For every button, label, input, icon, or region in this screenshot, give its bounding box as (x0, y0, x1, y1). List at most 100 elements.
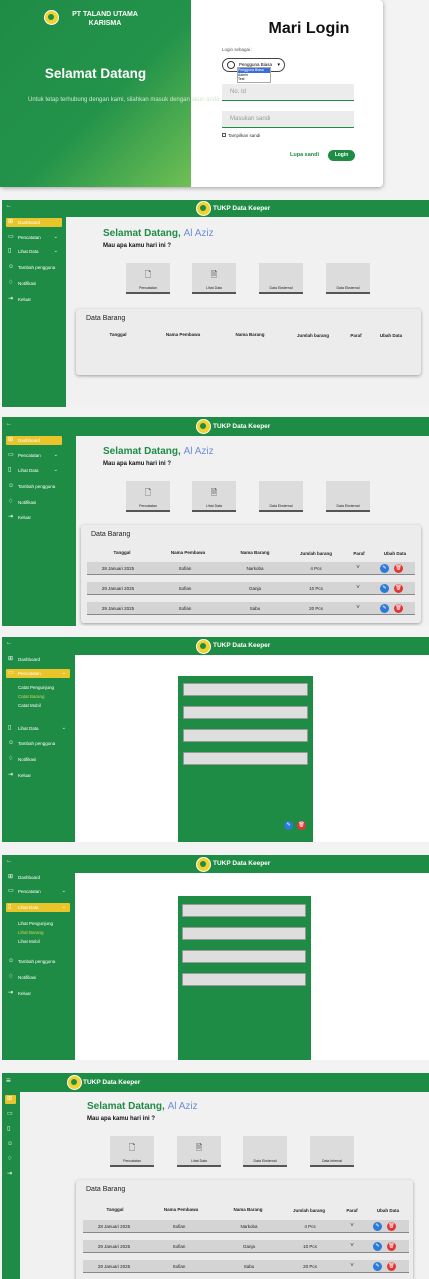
col-header: Tanggal (106, 1207, 124, 1212)
edit-icon[interactable]: ✎ (380, 604, 389, 613)
edit-icon[interactable]: ✎ (373, 1222, 382, 1231)
delete-icon[interactable]: 🗑 (297, 821, 306, 830)
sidebar-item-tambah[interactable]: ☺ Tambah pengguna (6, 957, 55, 966)
card-data-eksternal[interactable]: Data Eksternal (259, 481, 303, 512)
greeting: Selamat Datang, Al Aziz (103, 446, 214, 457)
card-lihat-data[interactable]: 🗎 Lihat Data (177, 1136, 221, 1167)
data-field (182, 904, 306, 917)
delete-icon[interactable]: 🗑 (387, 1262, 396, 1271)
login-card: PT TALAND UTAMA KARISMA Selamat Datang U… (0, 0, 383, 187)
login-as-label: Login sebagai : (222, 47, 253, 52)
role-option[interactable]: Test (238, 77, 270, 82)
submenu-catat-barang[interactable]: Catat Barang (18, 694, 45, 699)
col-header: Jumlah barang (296, 333, 329, 338)
edit-icon[interactable]: ✎ (284, 821, 293, 830)
sidebar-item-tambah[interactable]: ☺ Tambah pengguna (6, 263, 55, 272)
company-name: PT TALAND UTAMA KARISMA (72, 11, 138, 27)
sidebar-item-pencatatan[interactable]: ▭ Pencatatan ⌄ (6, 451, 62, 460)
sidebar-item-dashboard[interactable]: ⊞ Dashboard (6, 436, 62, 445)
submenu-lihat-barang[interactable]: Lihat Barang (18, 930, 44, 935)
edit-icon[interactable]: ✎ (380, 584, 389, 593)
hamburger-menu-icon[interactable]: ≡ (6, 1076, 11, 1085)
sidebar-item-notifikasi[interactable]: ♢ Notifikasi (6, 755, 36, 764)
sidebar-item-notifikasi[interactable]: ♢ Notifikasi (6, 279, 36, 288)
logout-icon: ⇥ (8, 772, 14, 778)
back-icon[interactable]: ← (6, 858, 12, 864)
card-pencatatan[interactable]: 🗋 Pencatatan (110, 1136, 154, 1167)
sidebar-item-dashboard[interactable]: ⊞ Dashboard (6, 873, 70, 882)
submenu-catat-mobil[interactable]: Catat Mobil (18, 703, 41, 708)
id-field[interactable]: No. Id (222, 84, 354, 101)
sidebar-item-lihat-data[interactable]: ▯ Lihat Data ⌄ (6, 903, 70, 912)
edit-icon[interactable]: ✎ (380, 564, 389, 573)
cell-qty: 4 Pcs (304, 1224, 316, 1229)
form-input[interactable] (183, 706, 308, 719)
sidebar-item-pencatatan[interactable]: ▭ Pencatatan ⌄ (6, 887, 70, 896)
sidebar: ⊞ Dashboard ▭ Pencatatan ⌄ ▯ Lihat Data ⌄ ☺ Ta… (2, 217, 66, 407)
delete-icon[interactable]: 🗑 (394, 604, 403, 613)
user-name: Al Aziz (183, 446, 214, 457)
card-lihat-data[interactable]: 🗎 Lihat Data (192, 263, 236, 294)
sidebar-item-keluar[interactable]: ⇥ Keluar (6, 295, 31, 304)
sidebar-item-pencatatan[interactable]: ▭ Pencatatan ⌄ (6, 669, 70, 678)
app-logo-icon (196, 201, 211, 216)
back-icon[interactable]: ← (6, 640, 12, 646)
card-data-eksternal-2[interactable]: Data Eksternal (326, 481, 370, 512)
delete-icon[interactable]: 🗑 (394, 584, 403, 593)
cell-paraf: V (350, 1222, 354, 1227)
table-row: 29 Januari 2025 Sofian Sabu 20 Pcs V ✎ 🗑 (87, 602, 415, 615)
sidebar-item-keluar[interactable]: ⇥ Keluar (6, 771, 31, 780)
form-input[interactable] (183, 683, 308, 696)
sidebar-item-pencatatan[interactable]: ▭ Pencatatan ⌄ (6, 233, 62, 242)
document-icon: 🗎 (195, 1143, 203, 1152)
sidebar-item-dashboard[interactable]: ⊞ Dashboard (6, 655, 70, 664)
sidebar-item-dashboard[interactable]: ⊞ Dashboard (6, 218, 62, 227)
card-lihat-data[interactable]: 🗎 Lihat Data (192, 481, 236, 512)
greeting: Selamat Datang, Al Aziz (87, 1101, 198, 1112)
edit-icon[interactable]: ✎ (373, 1242, 382, 1251)
cell-paraf: V (356, 564, 360, 569)
sidebar-item-dashboard[interactable]: ⊞ (5, 1095, 16, 1104)
submenu-lihat-pengunjung[interactable]: Lihat Pengunjung (18, 921, 53, 926)
card-pencatatan[interactable]: 🗋 Pencatatan (126, 481, 170, 512)
sidebar-item-lihat-data[interactable]: ▯ Lihat Data ⌄ (6, 466, 62, 475)
edit-icon[interactable]: ✎ (373, 1262, 382, 1271)
password-field[interactable]: Masukan sandi (222, 111, 354, 128)
sidebar-item-lihat-data[interactable]: ▯ Lihat Data ⌄ (6, 724, 70, 733)
submenu-catat-pengunjung[interactable]: Catat Pengunjung (18, 685, 54, 690)
delete-icon[interactable]: 🗑 (387, 1222, 396, 1231)
show-password-checkbox[interactable]: Tampilkan sandi (222, 133, 260, 138)
sidebar-item-tambah[interactable]: ☺ Tambah pengguna (6, 482, 55, 491)
forgot-password-link[interactable]: Lupa sandi (290, 152, 319, 158)
sidebar-item-notifikasi[interactable]: ♢ Notifikasi (6, 973, 36, 982)
card-data-eksternal-2[interactable]: Data Eksternal (326, 263, 370, 294)
card-pencatatan[interactable]: 🗋 Pencatatan (126, 263, 170, 294)
table-title: Data Barang (86, 315, 126, 322)
chevron-down-icon: ⌄ (53, 248, 58, 254)
delete-icon[interactable]: 🗑 (394, 564, 403, 573)
sidebar-item-lihat-data[interactable]: ▯ Lihat Data ⌄ (6, 247, 62, 256)
app-logo-icon (196, 857, 211, 872)
form-input[interactable] (183, 752, 308, 765)
sidebar-item-keluar[interactable]: ⇥ Keluar (6, 989, 31, 998)
form-input[interactable] (183, 729, 308, 742)
back-icon[interactable]: ← (6, 421, 12, 427)
card-label: Data Eksternal (336, 504, 360, 508)
sidebar-item-tambah[interactable]: ☺ Tambah pengguna (6, 739, 55, 748)
sidebar-item-notifikasi[interactable]: ♢ Notifikasi (6, 498, 36, 507)
back-icon[interactable]: ← (6, 203, 12, 209)
add-user-icon: ☺ (8, 740, 15, 746)
login-button[interactable]: Login (328, 150, 355, 161)
delete-icon[interactable]: 🗑 (387, 1242, 396, 1251)
submenu-lihat-mobil[interactable]: Lihat Mobil (18, 939, 40, 944)
login-welcome-panel: PT TALAND UTAMA KARISMA Selamat Datang U… (0, 0, 219, 187)
card-data-eksternal[interactable]: Data Eksternal (243, 1136, 287, 1167)
card-data-eksternal[interactable]: Data Eksternal (259, 263, 303, 294)
company-logo-icon (44, 10, 59, 25)
card-data-internal[interactable]: Data Internal (310, 1136, 354, 1167)
file-icon: ▭ (8, 888, 14, 894)
col-header: Nama Pembawa (163, 1207, 199, 1212)
sidebar-item-keluar[interactable]: ⇥ Keluar (6, 513, 31, 522)
logout-icon: ⇥ (8, 990, 14, 996)
table-row: 29 Januari 2025 Sofian Ganja 10 Pcs V ✎ … (87, 582, 415, 595)
